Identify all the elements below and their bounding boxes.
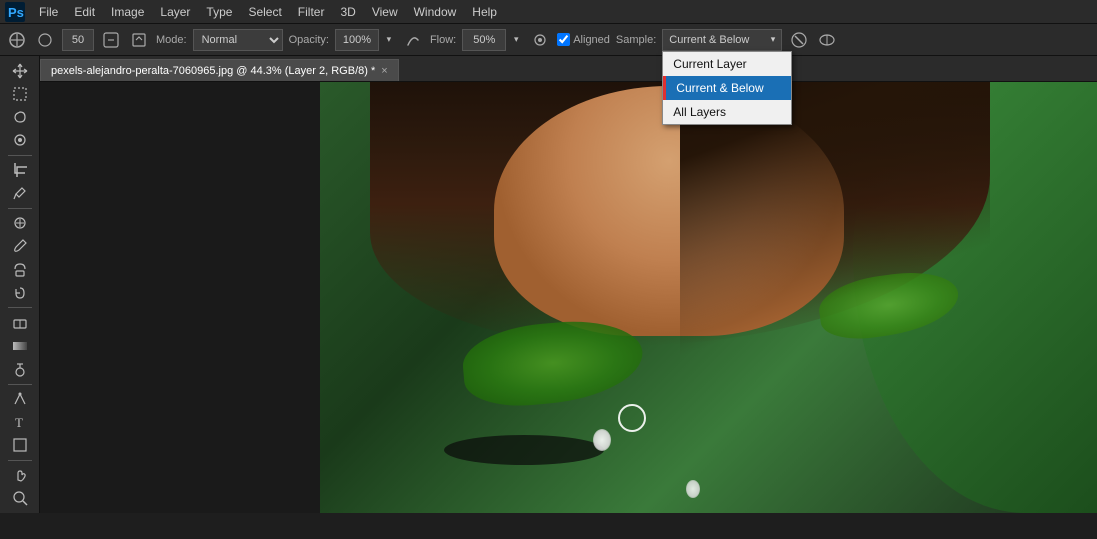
toolbox: T: [0, 56, 40, 513]
brush-cursor: [618, 404, 646, 432]
tool-eyedropper[interactable]: [5, 183, 35, 204]
main-layout: T pexels-alejandro-peralta-7060965.jpg @…: [0, 56, 1097, 513]
menu-bar: Ps File Edit Image Layer Type Select Fil…: [0, 0, 1097, 24]
tool-move[interactable]: [5, 60, 35, 81]
tab-close-button[interactable]: ×: [381, 65, 387, 77]
tool-pen[interactable]: [5, 388, 35, 409]
aligned-label: Aligned: [573, 34, 610, 46]
canvas-left-shadow: [40, 82, 320, 513]
tool-hand[interactable]: [5, 465, 35, 486]
sample-select-value: Current & Below: [669, 34, 749, 46]
options-bar: 50 Mode: Normal Opacity: ▾ Flow: ▾: [0, 24, 1097, 56]
flow-label: Flow:: [430, 34, 456, 46]
svg-text:T: T: [15, 415, 23, 430]
tool-separator-2: [8, 208, 32, 209]
tool-separator-1: [8, 155, 32, 156]
opacity-input[interactable]: [335, 29, 379, 51]
tab-bar: pexels-alejandro-peralta-7060965.jpg @ 4…: [40, 56, 1097, 82]
mode-label: Mode:: [156, 34, 187, 46]
menu-type[interactable]: Type: [199, 3, 239, 21]
canvas-area: pexels-alejandro-peralta-7060965.jpg @ 4…: [40, 56, 1097, 513]
brush-size-input[interactable]: 50: [62, 29, 94, 51]
menu-edit[interactable]: Edit: [67, 3, 102, 21]
tool-clone-stamp[interactable]: [5, 259, 35, 280]
tool-lasso[interactable]: [5, 106, 35, 127]
brush-size-icon[interactable]: [34, 29, 56, 51]
menu-select[interactable]: Select: [241, 3, 288, 21]
tool-crop[interactable]: [5, 159, 35, 180]
pressure-icon[interactable]: [816, 29, 838, 51]
tool-marquee[interactable]: [5, 83, 35, 104]
app-logo: Ps: [4, 1, 26, 23]
menu-image[interactable]: Image: [104, 3, 151, 21]
menu-3d[interactable]: 3D: [333, 3, 362, 21]
photo-canvas: [320, 82, 1097, 513]
tool-separator-5: [8, 460, 32, 461]
tool-eraser[interactable]: [5, 312, 35, 333]
tool-gradient[interactable]: [5, 335, 35, 356]
tool-align-icon: [128, 29, 150, 51]
canvas-content[interactable]: [40, 82, 1097, 513]
ignore-adjustment-icon[interactable]: [788, 29, 810, 51]
sample-label: Sample:: [616, 34, 656, 46]
sample-option-all-layers[interactable]: All Layers: [663, 100, 791, 124]
tab-filename: pexels-alejandro-peralta-7060965.jpg @ 4…: [51, 65, 375, 77]
opacity-label: Opacity:: [289, 34, 329, 46]
tool-mode-icon: [100, 29, 122, 51]
sample-option-current-below[interactable]: Current & Below: [663, 76, 791, 100]
menu-window[interactable]: Window: [407, 3, 464, 21]
opacity-expand-icon[interactable]: ▾: [382, 29, 396, 51]
portrait-tear-1: [593, 429, 611, 451]
portrait-tear-2: [686, 480, 700, 498]
sample-dropdown-menu: Current Layer Current & Below All Layers: [662, 51, 792, 125]
menu-filter[interactable]: Filter: [291, 3, 332, 21]
tool-healing-brush[interactable]: [5, 213, 35, 234]
tool-separator-4: [8, 384, 32, 385]
sample-select-button[interactable]: Current & Below ▾: [662, 29, 782, 51]
tool-history-brush[interactable]: [5, 282, 35, 303]
sample-chevron-down-icon: ▾: [771, 34, 776, 45]
sample-dropdown-wrapper: Current & Below ▾ Current Layer Current …: [662, 29, 782, 51]
menu-layer[interactable]: Layer: [153, 3, 197, 21]
flow-expand-icon[interactable]: ▾: [509, 29, 523, 51]
aligned-checkbox-group[interactable]: Aligned: [557, 33, 610, 46]
airbrush-icon[interactable]: [529, 29, 551, 51]
aligned-checkbox[interactable]: [557, 33, 570, 46]
healing-brush-tool-icon: [6, 29, 28, 51]
portrait-eyeshadow-left: [460, 315, 646, 410]
mode-select[interactable]: Normal: [193, 29, 283, 51]
menu-file[interactable]: File: [32, 3, 65, 21]
tool-dodge[interactable]: [5, 358, 35, 379]
menu-view[interactable]: View: [365, 3, 405, 21]
tool-type[interactable]: T: [5, 411, 35, 432]
tool-separator-3: [8, 307, 32, 308]
menu-help[interactable]: Help: [465, 3, 504, 21]
sample-option-current-layer[interactable]: Current Layer: [663, 52, 791, 76]
tool-shape[interactable]: [5, 435, 35, 456]
tool-quick-select[interactable]: [5, 130, 35, 151]
tool-brush[interactable]: [5, 236, 35, 257]
tool-zoom[interactable]: [5, 488, 35, 509]
brush-style-icon[interactable]: [402, 29, 424, 51]
svg-text:Ps: Ps: [8, 5, 24, 20]
portrait-hair-strands: [680, 82, 990, 441]
flow-input[interactable]: [462, 29, 506, 51]
document-tab[interactable]: pexels-alejandro-peralta-7060965.jpg @ 4…: [40, 59, 399, 81]
portrait-lashes: [444, 435, 604, 465]
portrait-face: [370, 82, 990, 513]
